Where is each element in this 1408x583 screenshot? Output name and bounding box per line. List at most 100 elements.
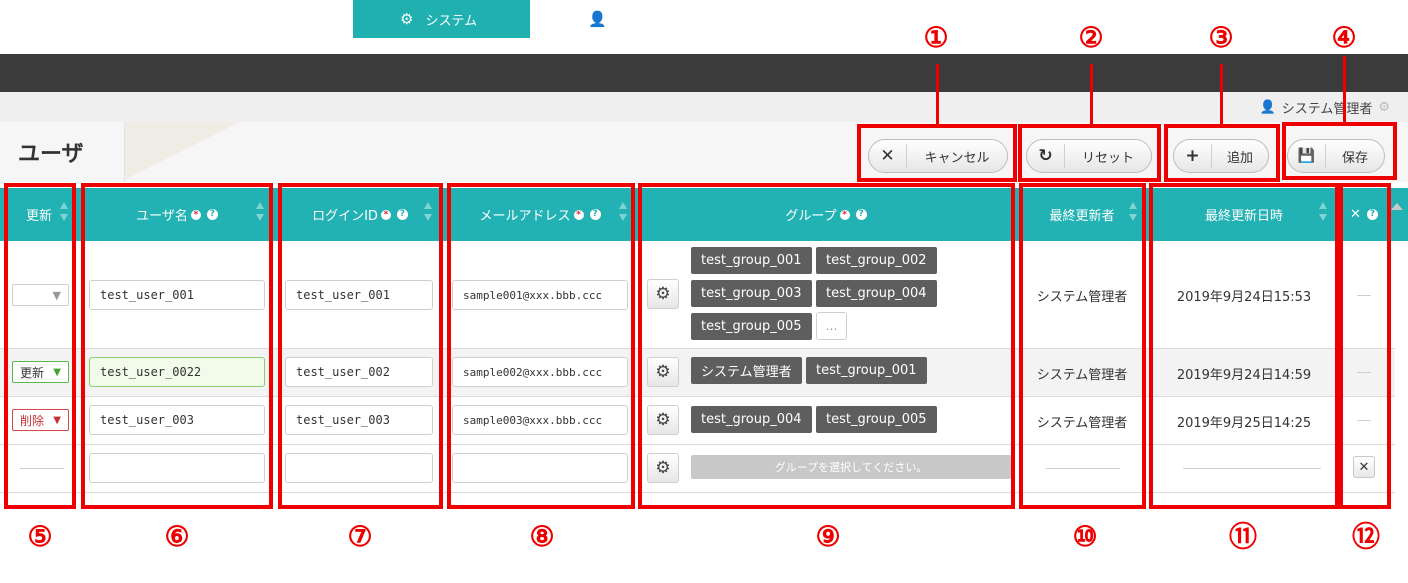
nav-item-dashboard[interactable]: ▣ DashBoard xyxy=(0,0,176,38)
group-tag: test_group_001 xyxy=(691,247,812,274)
more-groups-button[interactable]: … xyxy=(816,312,847,340)
callout-2: ② xyxy=(1078,21,1104,54)
callout-3: ③ xyxy=(1208,21,1234,54)
group-settings-button[interactable]: ⚙ xyxy=(647,453,679,483)
sort-icon[interactable] xyxy=(619,200,627,226)
cancel-button[interactable]: ✕ キャンセル xyxy=(868,139,1008,173)
column-header-group[interactable]: グループ *? xyxy=(640,188,1012,241)
status-select[interactable]: ▼ xyxy=(12,284,69,306)
status-select[interactable]: 更新 ▼ xyxy=(12,361,69,383)
page-title: ユーザ xyxy=(18,142,84,167)
callout-5: ⑤ xyxy=(27,520,53,553)
email-field[interactable]: sample002@xxx.bbb.ccc xyxy=(452,357,628,387)
username-field[interactable]: test_user_003 xyxy=(89,405,265,435)
user-bar xyxy=(0,92,1408,122)
admin-user-icon: 👤 xyxy=(588,10,607,28)
user-info[interactable]: 👤 システム管理者 ⚙ xyxy=(1260,92,1390,122)
group-tag: test_group_002 xyxy=(816,247,937,274)
gear-icon: ⚙ xyxy=(655,458,671,478)
user-name: システム管理者 xyxy=(1281,101,1373,117)
nav-item-rule[interactable]: ⚖ ルール xyxy=(176,0,353,38)
last-updated: 2019年9月24日14:59 xyxy=(1176,367,1312,383)
close-icon: ✕ xyxy=(869,144,907,168)
logout-icon[interactable]: ⇥ xyxy=(1370,0,1385,38)
email-field[interactable]: sample003@xxx.bbb.ccc xyxy=(452,405,628,435)
last-updated: 2019年9月25日14:25 xyxy=(1176,415,1312,431)
nav-item-label: DashBoard xyxy=(64,11,136,27)
sort-icon[interactable] xyxy=(1319,200,1327,226)
email-field[interactable] xyxy=(452,453,628,483)
status-placeholder xyxy=(20,468,64,469)
group-settings-button[interactable]: ⚙ xyxy=(647,279,679,309)
group-settings-button[interactable]: ⚙ xyxy=(647,357,679,387)
sort-icon[interactable] xyxy=(1129,200,1137,226)
column-header-last-updater[interactable]: 最終更新者 xyxy=(1020,188,1144,241)
group-select-placeholder[interactable]: グループを選択してください。 xyxy=(691,455,1011,479)
nav-item-label: 管理 xyxy=(618,13,645,29)
annotation-line-4 xyxy=(1343,56,1346,124)
plus-icon: + xyxy=(1174,144,1212,168)
group-tag: test_group_001 xyxy=(806,357,927,384)
nav-item-system[interactable]: ⚙ システム xyxy=(353,0,530,38)
dashboard-icon: ▣ xyxy=(38,10,53,28)
scroll-up-icon[interactable] xyxy=(1391,203,1403,210)
group-tag: test_group_005 xyxy=(691,313,812,340)
scale-icon: ⚖ xyxy=(230,10,244,28)
add-button[interactable]: + 追加 xyxy=(1173,139,1269,173)
column-header-login-id[interactable]: ログインID *? xyxy=(278,188,442,241)
nav-item-admin[interactable]: 👤 管理 xyxy=(530,0,707,38)
person-icon: 👤 xyxy=(1259,99,1276,115)
login-id-field[interactable]: test_user_002 xyxy=(285,357,433,387)
sort-icon[interactable] xyxy=(424,200,432,226)
annotation-line-1 xyxy=(936,64,939,126)
sort-icon[interactable] xyxy=(60,200,68,226)
delete-placeholder xyxy=(1357,295,1371,296)
email-field[interactable]: sample001@xxx.bbb.ccc xyxy=(452,280,628,310)
help-icon[interactable]: ? xyxy=(589,209,601,220)
chevron-down-icon: ▼ xyxy=(53,366,61,378)
required-icon: * xyxy=(573,209,584,220)
login-id-field[interactable] xyxy=(285,453,433,483)
group-settings-button[interactable]: ⚙ xyxy=(647,405,679,435)
sort-icon[interactable] xyxy=(256,200,264,226)
gear-icon[interactable]: ⚙ xyxy=(1378,100,1390,115)
username-field[interactable]: test_user_001 xyxy=(89,280,265,310)
column-header-delete[interactable]: ✕? xyxy=(1340,188,1388,241)
username-field[interactable] xyxy=(89,453,265,483)
column-header-last-updated[interactable]: 最終更新日時 xyxy=(1150,188,1338,241)
group-tag: test_group_003 xyxy=(691,280,812,307)
callout-6: ⑥ xyxy=(164,520,190,553)
help-icon[interactable]: ? xyxy=(1366,209,1378,220)
column-header-email[interactable]: メールアドレス *? xyxy=(447,188,633,241)
help-icon[interactable]: ? xyxy=(855,209,867,220)
callout-7: ⑦ xyxy=(347,520,373,553)
help-icon[interactable]: ? xyxy=(396,209,408,220)
column-header-username[interactable]: ユーザ名 *? xyxy=(82,188,272,241)
help-icon[interactable]: ? xyxy=(206,209,218,220)
status-select[interactable]: 削除 ▼ xyxy=(12,409,69,431)
last-updater: システム管理者 xyxy=(1036,289,1128,305)
callout-9: ⑨ xyxy=(815,520,841,553)
username-field[interactable]: test_user_0022 xyxy=(89,357,265,387)
login-id-field[interactable]: test_user_003 xyxy=(285,405,433,435)
required-icon: * xyxy=(380,209,391,220)
title-decoration xyxy=(120,122,240,182)
gear-icon: ⚙ xyxy=(655,362,671,382)
annotation-line-3 xyxy=(1220,64,1223,126)
delete-row-button[interactable]: ✕ xyxy=(1353,456,1375,478)
save-button[interactable]: 💾 保存 xyxy=(1287,139,1385,173)
login-id-field[interactable]: test_user_001 xyxy=(285,280,433,310)
delete-placeholder xyxy=(1357,372,1371,373)
group-tag: test_group_005 xyxy=(816,406,937,433)
top-navbar xyxy=(0,54,1408,92)
chevron-down-icon: ▼ xyxy=(53,414,61,426)
last-updater-placeholder xyxy=(1046,468,1120,469)
delete-placeholder xyxy=(1357,420,1371,421)
reset-button[interactable]: ↻ リセット xyxy=(1026,139,1152,173)
last-updater: システム管理者 xyxy=(1036,367,1128,383)
gear-icon: ⚙ xyxy=(655,284,671,304)
title-box: ユーザ xyxy=(0,122,125,182)
callout-11: ⑪ xyxy=(1228,520,1257,553)
gears-icon: ⚙ xyxy=(400,10,414,28)
chevron-down-icon: ▼ xyxy=(52,288,61,302)
